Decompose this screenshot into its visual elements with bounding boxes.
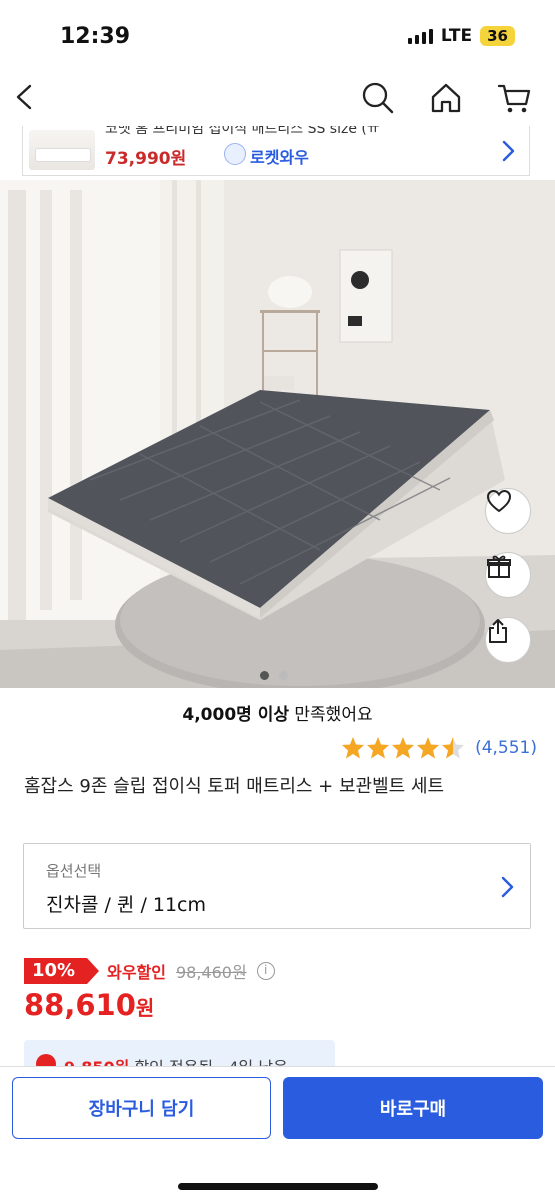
product-thumbnail bbox=[29, 130, 95, 170]
network-label: LTE bbox=[440, 26, 473, 46]
satisfaction-label: 만족했어요 bbox=[294, 705, 373, 725]
chevron-right-icon[interactable] bbox=[499, 138, 517, 164]
rocket-icon bbox=[224, 143, 246, 165]
sticky-product-price: 73,990원 bbox=[105, 149, 187, 169]
top-nav bbox=[0, 70, 555, 126]
pagination-dot[interactable] bbox=[260, 671, 269, 680]
chevron-right-icon bbox=[501, 876, 514, 898]
gift-icon bbox=[487, 555, 511, 578]
back-icon[interactable] bbox=[10, 80, 44, 114]
original-price: 98,460원 bbox=[175, 963, 247, 982]
product-photo bbox=[0, 180, 555, 688]
final-price-amount: 88,610 bbox=[24, 988, 136, 1022]
wishlist-button[interactable] bbox=[485, 488, 531, 534]
gallery-pagination bbox=[260, 671, 288, 680]
share-button[interactable] bbox=[485, 617, 531, 663]
review-count-link[interactable]: (4,551) bbox=[475, 738, 537, 758]
satisfaction-count: 4,000명 이상 bbox=[182, 705, 289, 725]
heart-icon bbox=[486, 489, 512, 513]
option-label: 옵션선택 bbox=[46, 862, 102, 880]
final-price-unit: 원 bbox=[135, 996, 155, 1020]
status-indicators: LTE 36 bbox=[407, 26, 515, 46]
satisfaction-text: 4,000명 이상 만족했어요 bbox=[0, 700, 555, 725]
status-time: 12:39 bbox=[60, 24, 131, 49]
final-price: 88,610원 bbox=[24, 988, 154, 1022]
option-value: 진차콜 / 퀸 / 11cm bbox=[46, 894, 207, 916]
share-icon bbox=[489, 619, 507, 643]
price-row: 10% 와우할인 98,460원 i bbox=[24, 958, 275, 984]
add-to-cart-button[interactable]: 장바구니 담기 bbox=[12, 1077, 271, 1139]
product-image-gallery[interactable] bbox=[0, 180, 555, 688]
product-title: 홈잡스 9존 슬립 접이식 토퍼 매트리스 + 보관벨트 세트 bbox=[24, 776, 445, 797]
rating-summary[interactable]: (4,551) bbox=[341, 736, 537, 760]
signal-icon bbox=[407, 28, 433, 44]
home-icon[interactable] bbox=[428, 80, 464, 116]
rocket-wow-badge: 로켓와우 bbox=[250, 148, 309, 167]
sticky-product-strip[interactable]: 코멧 홈 프리미엄 접이식 매트리스 SS size (ㅠ 73,990원 로켓… bbox=[22, 126, 530, 176]
cart-icon[interactable] bbox=[496, 80, 532, 116]
discount-badge: 10% bbox=[24, 958, 100, 984]
wow-discount-label: 와우할인 bbox=[107, 963, 166, 982]
option-selector[interactable]: 옵션선택 진차콜 / 퀸 / 11cm bbox=[23, 843, 531, 929]
bottom-action-bar: 장바구니 담기 바로구매 bbox=[0, 1066, 555, 1200]
gift-button[interactable] bbox=[485, 552, 531, 598]
sticky-product-title: 코멧 홈 프리미엄 접이식 매트리스 SS size (ㅠ bbox=[105, 126, 380, 137]
pagination-dot[interactable] bbox=[279, 671, 288, 680]
star-rating-icon bbox=[342, 737, 465, 759]
search-icon[interactable] bbox=[360, 80, 396, 116]
home-indicator bbox=[178, 1183, 378, 1190]
buy-now-button[interactable]: 바로구매 bbox=[283, 1077, 543, 1139]
battery-icon: 36 bbox=[480, 26, 515, 46]
status-bar: 12:39 LTE 36 bbox=[0, 0, 555, 70]
info-icon[interactable]: i bbox=[256, 962, 275, 980]
